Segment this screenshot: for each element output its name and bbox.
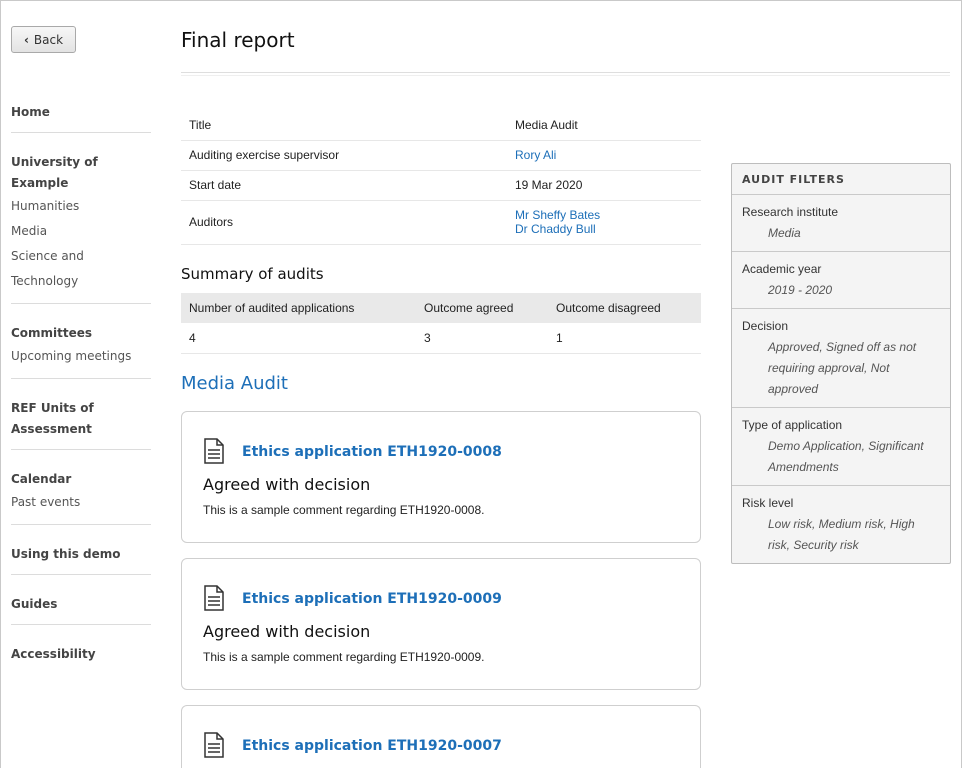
start-date-label: Start date xyxy=(181,170,508,201)
table-cell: 4 xyxy=(181,323,416,354)
filter-label: Type of application xyxy=(742,418,843,432)
document-icon xyxy=(204,732,224,758)
chevron-left-icon: ‹ xyxy=(23,32,29,47)
filter-value: Approved, Signed off as not requiring ap… xyxy=(768,340,917,396)
column-header: Number of audited applications xyxy=(181,293,416,323)
table-row: Start date 19 Mar 2020 xyxy=(181,170,701,201)
sidebar-item-media[interactable]: Media xyxy=(11,219,151,244)
table-row: Title Media Audit xyxy=(181,110,701,141)
table-row: 4 3 1 xyxy=(181,323,701,354)
filter-academic-year: Academic year 2019 - 2020 xyxy=(732,252,950,309)
title-value: Media Audit xyxy=(508,110,701,141)
application-link[interactable]: Ethics application ETH1920-0008 xyxy=(242,444,502,460)
decision-status: Agreed with decision xyxy=(203,475,371,494)
nav-group-university: University of Example Humanities Media S… xyxy=(11,133,151,304)
table-row: Auditors Mr Sheffy Bates Dr Chaddy Bull xyxy=(181,200,701,245)
title-divider xyxy=(181,72,950,76)
filter-value: Low risk, Medium risk, High risk, Securi… xyxy=(768,517,915,552)
auditors-label: Auditors xyxy=(181,200,508,245)
audit-filters-panel: AUDIT FILTERS Research institute Media A… xyxy=(731,163,951,564)
auditor-link[interactable]: Dr Chaddy Bull xyxy=(515,222,693,236)
sidebar-item-committees[interactable]: Committees xyxy=(11,323,151,344)
application-card: Ethics application ETH1920-0007 xyxy=(181,705,701,768)
nav-group-ref: REF Units of Assessment xyxy=(11,379,151,450)
filter-label: Decision xyxy=(742,319,789,333)
back-button-label: Back xyxy=(33,32,64,47)
filter-value: Media xyxy=(768,226,801,240)
table-cell: 1 xyxy=(548,323,701,354)
filter-decision: Decision Approved, Signed off as not req… xyxy=(732,309,950,408)
document-icon xyxy=(204,438,224,464)
nav-group-guides: Guides xyxy=(11,575,151,625)
start-date-value: 19 Mar 2020 xyxy=(508,170,701,201)
summary-table: Number of audited applications Outcome a… xyxy=(181,293,701,354)
filter-value: 2019 - 2020 xyxy=(768,283,833,297)
nav-group-home: Home xyxy=(11,95,151,133)
filter-label: Research institute xyxy=(742,205,839,219)
sidebar-item-calendar[interactable]: Calendar xyxy=(11,469,151,490)
document-icon xyxy=(204,585,224,611)
audit-section-heading: Media Audit xyxy=(181,373,288,394)
supervisor-link[interactable]: Rory Ali xyxy=(515,148,556,162)
sidebar-item-science-technology[interactable]: Science and Technology xyxy=(11,244,151,294)
filter-label: Academic year xyxy=(742,262,822,276)
application-card: Ethics application ETH1920-0008 Agreed w… xyxy=(181,411,701,543)
audit-comment: This is a sample comment regarding ETH19… xyxy=(203,650,485,664)
decision-status: Agreed with decision xyxy=(203,622,371,641)
audit-comment: This is a sample comment regarding ETH19… xyxy=(203,503,485,517)
filter-risk-level: Risk level Low risk, Medium risk, High r… xyxy=(732,486,950,563)
page-title: Final report xyxy=(181,28,295,52)
nav-group-committees: Committees Upcoming meetings xyxy=(11,304,151,379)
title-label: Title xyxy=(181,110,508,141)
sidebar-item-upcoming-meetings[interactable]: Upcoming meetings xyxy=(11,344,151,369)
sidebar-item-humanities[interactable]: Humanities xyxy=(11,194,151,219)
application-card: Ethics application ETH1920-0009 Agreed w… xyxy=(181,558,701,690)
nav-group-accessibility: Accessibility xyxy=(11,625,151,674)
sidebar-nav: Home University of Example Humanities Me… xyxy=(11,95,151,674)
filter-application-type: Type of application Demo Application, Si… xyxy=(732,408,950,486)
sidebar-item-university[interactable]: University of Example xyxy=(11,152,151,194)
sidebar-item-home[interactable]: Home xyxy=(11,102,151,123)
application-link[interactable]: Ethics application ETH1920-0007 xyxy=(242,738,502,754)
summary-heading: Summary of audits xyxy=(181,265,324,283)
filter-label: Risk level xyxy=(742,496,794,510)
back-button[interactable]: ‹ Back xyxy=(11,26,76,53)
filters-heading: AUDIT FILTERS xyxy=(732,164,950,195)
auditor-link[interactable]: Mr Sheffy Bates xyxy=(515,208,693,222)
table-row: Auditing exercise supervisor Rory Ali xyxy=(181,140,701,171)
application-link[interactable]: Ethics application ETH1920-0009 xyxy=(242,591,502,607)
table-header-row: Number of audited applications Outcome a… xyxy=(181,293,701,323)
sidebar-item-guides[interactable]: Guides xyxy=(11,594,151,615)
nav-group-calendar: Calendar Past events xyxy=(11,450,151,525)
report-details-table: Title Media Audit Auditing exercise supe… xyxy=(181,110,701,245)
sidebar-item-accessibility[interactable]: Accessibility xyxy=(11,644,151,665)
filter-value: Demo Application, Significant Amendments xyxy=(768,439,924,474)
sidebar-item-past-events[interactable]: Past events xyxy=(11,490,151,515)
table-cell: 3 xyxy=(416,323,548,354)
sidebar-item-ref-units[interactable]: REF Units of Assessment xyxy=(11,398,151,440)
column-header: Outcome disagreed xyxy=(548,293,701,323)
column-header: Outcome agreed xyxy=(416,293,548,323)
nav-group-using-demo: Using this demo xyxy=(11,525,151,575)
filter-research-institute: Research institute Media xyxy=(732,195,950,252)
supervisor-label: Auditing exercise supervisor xyxy=(181,140,508,171)
sidebar-item-using-demo[interactable]: Using this demo xyxy=(11,544,151,565)
